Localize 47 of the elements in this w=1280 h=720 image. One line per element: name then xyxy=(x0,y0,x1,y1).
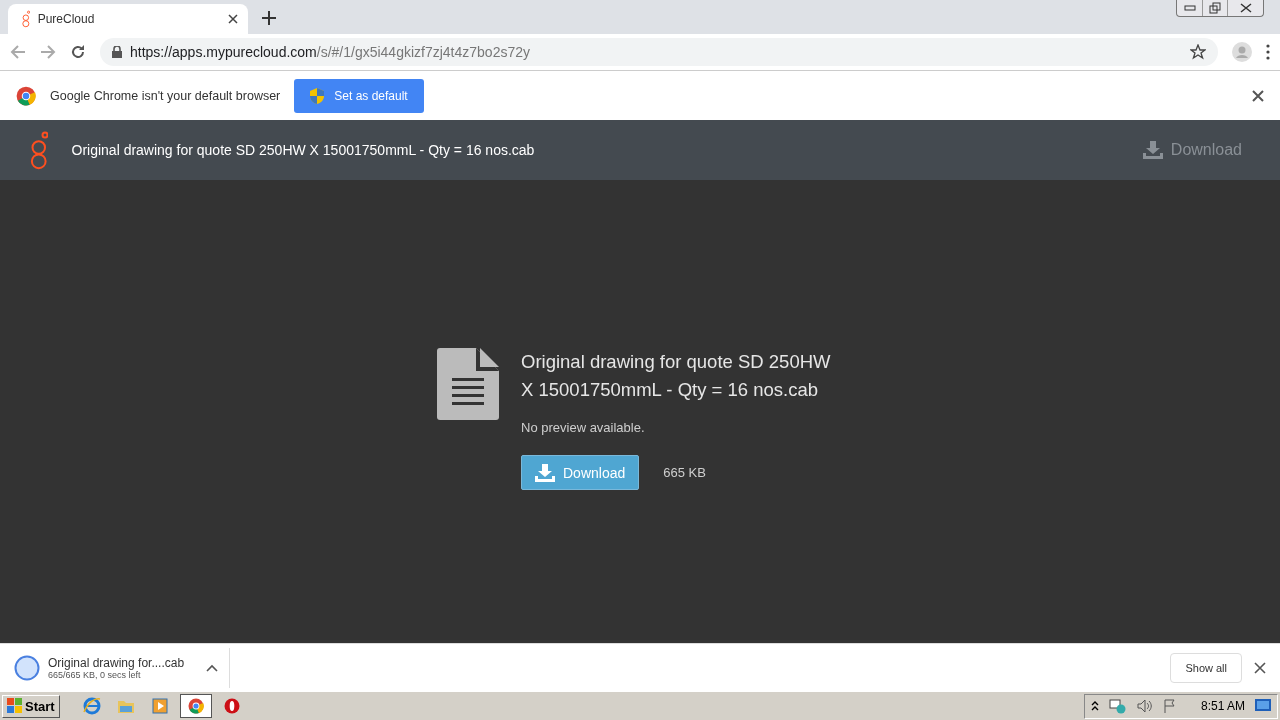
infobar-message: Google Chrome isn't your default browser xyxy=(50,88,281,103)
chrome-icon xyxy=(187,698,204,714)
opera-icon xyxy=(223,698,240,714)
download-icon xyxy=(1142,141,1163,159)
close-infobar-button[interactable] xyxy=(1252,89,1264,102)
download-item[interactable]: Original drawing for....cab 665/665 KB, 0 secs left xyxy=(14,647,230,688)
reload-button[interactable] xyxy=(70,44,86,60)
download-status: 665/665 KB, 0 secs left xyxy=(48,669,142,680)
file-size: 665 KB xyxy=(663,465,706,480)
browser-e-icon xyxy=(82,697,101,715)
windows-flag-icon xyxy=(7,698,23,714)
taskbar-app-button[interactable] xyxy=(179,694,212,718)
close-icon xyxy=(1239,3,1252,13)
show-all-button[interactable]: Show all xyxy=(1170,652,1242,683)
restore-icon xyxy=(1209,2,1221,14)
minimize-icon xyxy=(1183,5,1196,11)
desktop-icon[interactable] xyxy=(1255,699,1271,713)
new-tab-button[interactable] xyxy=(262,11,276,25)
no-preview-note: No preview available. xyxy=(521,420,646,435)
set-default-button[interactable]: Set as default xyxy=(294,78,424,113)
logo-icon xyxy=(22,10,30,28)
address-bar[interactable]: https://apps.mypurecloud.com/s/#/1/gx5i44gkizf7zj4t4z7bo2s72y xyxy=(100,38,1218,66)
media-player-icon xyxy=(151,698,168,714)
logo-icon xyxy=(30,130,48,170)
lock-icon xyxy=(112,46,122,58)
chrome-icon xyxy=(16,85,36,106)
shield-icon xyxy=(310,87,325,104)
network-icon[interactable] xyxy=(1108,698,1127,714)
start-button[interactable]: Start xyxy=(2,694,60,718)
close-tab-button[interactable] xyxy=(228,14,238,24)
tab-title: PureCloud xyxy=(37,12,96,26)
progress-circle-icon xyxy=(14,654,40,681)
document-icon xyxy=(437,348,499,420)
download-name: Original drawing for....cab xyxy=(48,655,185,670)
close-shelf-button[interactable] xyxy=(1254,661,1266,674)
chevron-up-icon[interactable] xyxy=(1090,701,1099,711)
folder-icon xyxy=(116,698,135,714)
menu-icon[interactable] xyxy=(1266,44,1270,60)
file-title: Original drawing for quote SD 250HW X 15001750mmL - Qty = 16 nos.cab xyxy=(71,142,536,158)
clock: 8:51 AM xyxy=(1200,699,1245,713)
file-name: Original drawing for quote SD 250HW X 15001750mmL - Qty = 16 nos.cab xyxy=(521,350,832,402)
flag-icon[interactable] xyxy=(1162,699,1177,713)
star-icon[interactable] xyxy=(1190,44,1206,60)
download-icon xyxy=(535,463,555,482)
speaker-icon[interactable] xyxy=(1136,699,1153,713)
caret-icon[interactable] xyxy=(206,663,219,672)
browser-tab[interactable]: PureCloud xyxy=(8,4,248,34)
